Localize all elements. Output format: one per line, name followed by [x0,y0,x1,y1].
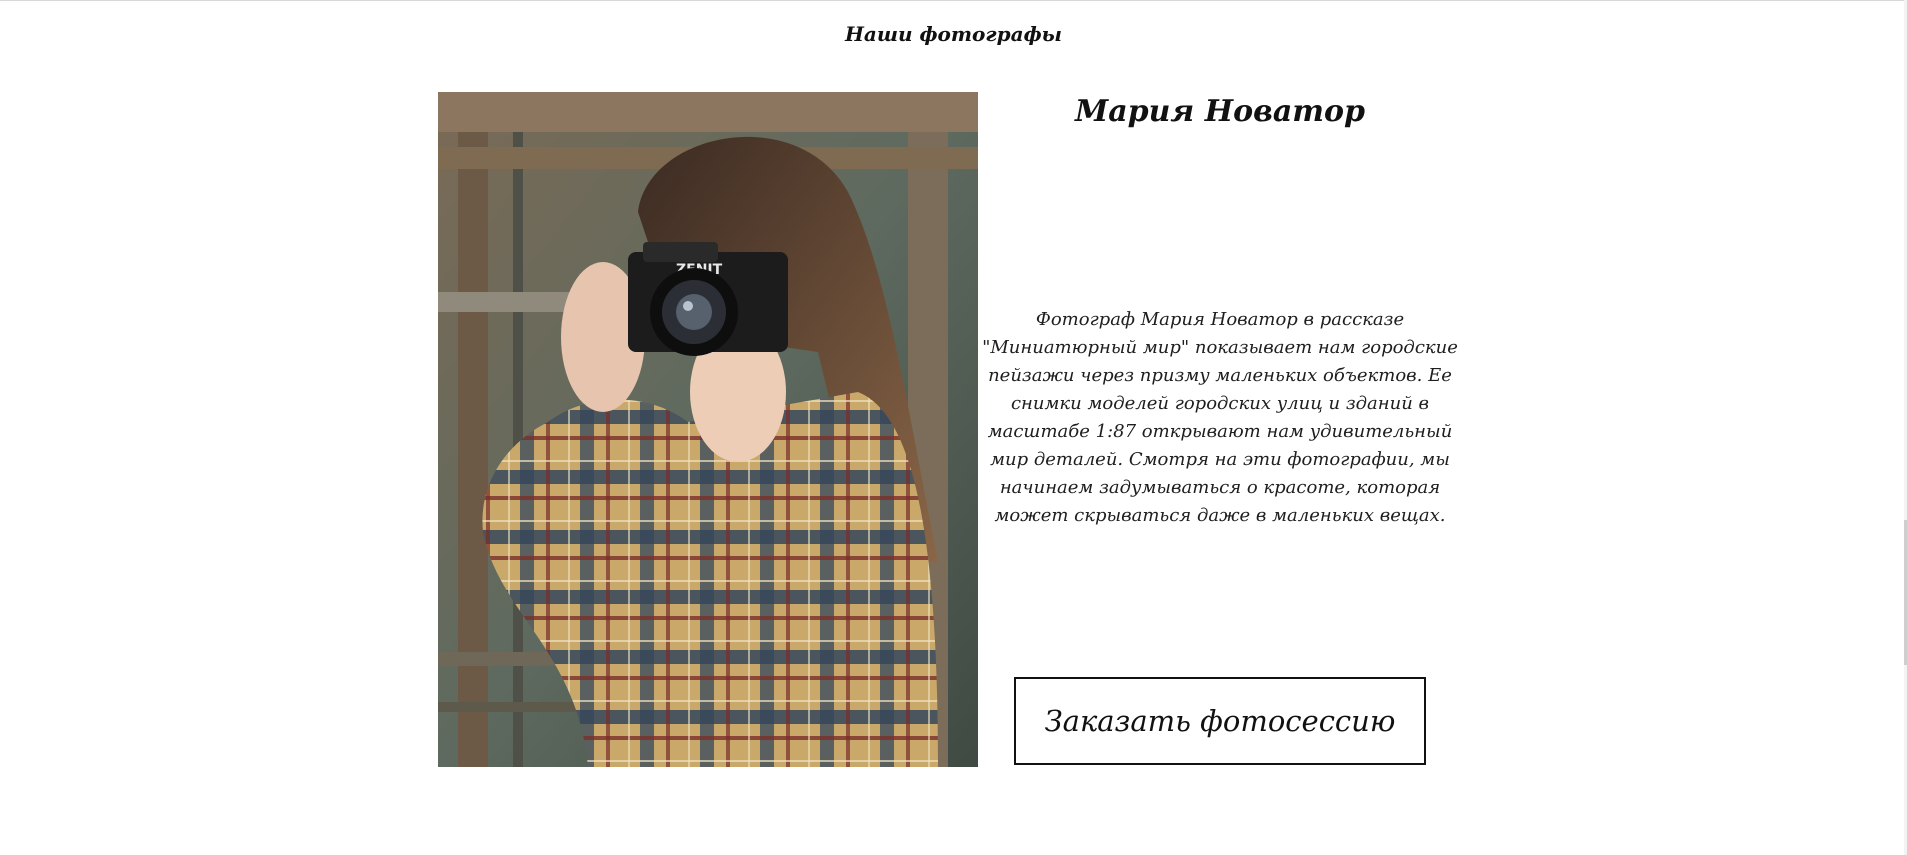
photographer-photo: ZENIT [438,92,978,767]
photographer-description: Фотограф Мария Новатор в рассказе "Миниа… [982,309,1458,526]
page-top-divider [0,0,1907,1]
section-title: Наши фотографы [845,22,1062,46]
photographer-name: Мария Новатор [1075,94,1365,129]
photographer-photo-image: ZENIT [438,92,978,767]
order-photosession-button[interactable]: Заказать фотосессию [1014,677,1426,765]
